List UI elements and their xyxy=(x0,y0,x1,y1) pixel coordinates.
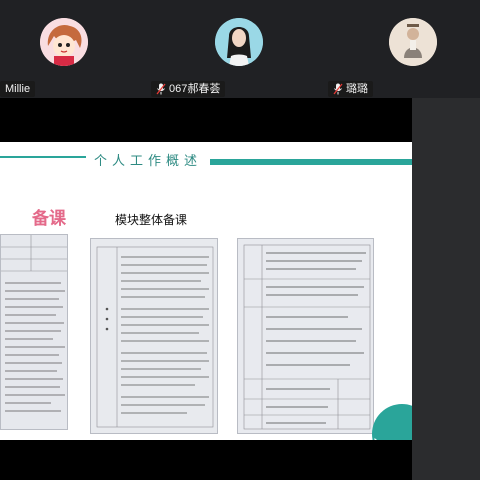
participant-name: 璐璐 xyxy=(346,83,368,95)
participant-name-tag: Millie xyxy=(0,81,36,97)
share-top-bar xyxy=(0,98,412,142)
participant-tile[interactable]: 067郝春荟 xyxy=(151,0,315,98)
lesson-plan-image xyxy=(0,234,68,430)
meeting-window: Millie 067郝春荟 璐璐 个人工作概述 备课 模块整体备课 xyxy=(0,0,480,480)
share-bottom-bar xyxy=(0,440,412,480)
title-accent-bar xyxy=(210,159,412,165)
title-divider-left xyxy=(0,156,86,158)
participant-name: 067郝春荟 xyxy=(169,83,221,95)
section-label: 备课 xyxy=(32,209,66,229)
muted-mic-icon xyxy=(333,83,343,95)
participant-name: Millie xyxy=(5,83,31,95)
girl-portrait-avatar xyxy=(215,18,263,66)
title-band: 个人工作概述 xyxy=(86,151,210,169)
corner-decoration xyxy=(372,404,412,440)
slide-subtitle: 模块整体备课 xyxy=(115,213,188,227)
lesson-plan-image xyxy=(90,238,218,434)
cartoon-girl-avatar xyxy=(40,18,88,66)
figure-photo-avatar xyxy=(389,18,437,66)
participant-tile[interactable]: Millie xyxy=(0,0,140,98)
lesson-plan-image xyxy=(237,238,374,434)
shared-screen[interactable]: 个人工作概述 备课 模块整体备课 xyxy=(0,98,412,480)
side-panel xyxy=(412,98,480,480)
presentation-slide: 个人工作概述 备课 模块整体备课 xyxy=(0,142,412,440)
participant-tile[interactable]: 璐璐 xyxy=(328,0,480,98)
muted-mic-icon xyxy=(156,83,166,95)
participant-name-tag: 067郝春荟 xyxy=(151,81,226,97)
participant-strip: Millie 067郝春荟 璐璐 xyxy=(0,0,480,98)
participant-name-tag: 璐璐 xyxy=(328,81,373,97)
slide-title: 个人工作概述 xyxy=(93,153,202,169)
